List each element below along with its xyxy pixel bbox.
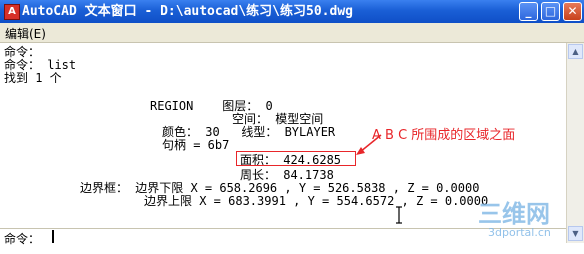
autocad-icon[interactable]: A [4,4,20,20]
i-beam-cursor-icon [396,206,402,224]
window-title: AutoCAD 文本窗口 - D:\autocad\练习\练习50.dwg [22,4,353,19]
output-line: 找到 1 个 [4,71,62,85]
output-line: 命令： list [4,58,77,72]
output-line: 命令： [4,45,41,59]
output-line: REGION 图层： 0 [150,99,273,113]
annotation-label: A B C 所围成的区域之面 [372,128,516,143]
prompt-label: 命令： [4,232,41,246]
minimize-button[interactable]: _ [519,2,538,21]
menu-edit[interactable]: 编辑(E) [5,25,46,42]
output-line: 边界框： 边界下限 X = 658.2696 , Y = 526.5838 , … [80,181,480,195]
scroll-down-icon[interactable]: ▼ [568,226,583,241]
output-line: 颜色： 30 线型： BYLAYER [162,125,336,139]
title-bar: A AutoCAD 文本窗口 - D:\autocad\练习\练习50.dwg … [0,0,584,23]
output-line: 边界上限 X = 683.3991 , Y = 554.6572 , Z = 0… [144,194,489,208]
watermark-logo: 三维网 [478,200,550,228]
output-line: 空间： 模型空间 [232,112,324,126]
menu-bar: 编辑(E) [0,23,584,43]
output-line: 句柄 = 6b7 [162,138,230,152]
scroll-up-icon[interactable]: ▲ [568,44,583,59]
area-highlight-box [236,151,356,166]
output-line: 周长： 84.1738 [240,168,334,182]
vertical-scrollbar[interactable]: ▲ ▼ [566,43,584,243]
maximize-button[interactable]: □ [541,2,560,21]
close-button[interactable]: ✕ [563,2,582,21]
text-caret [52,230,54,243]
watermark-url: 3dportal.cn [488,226,551,239]
